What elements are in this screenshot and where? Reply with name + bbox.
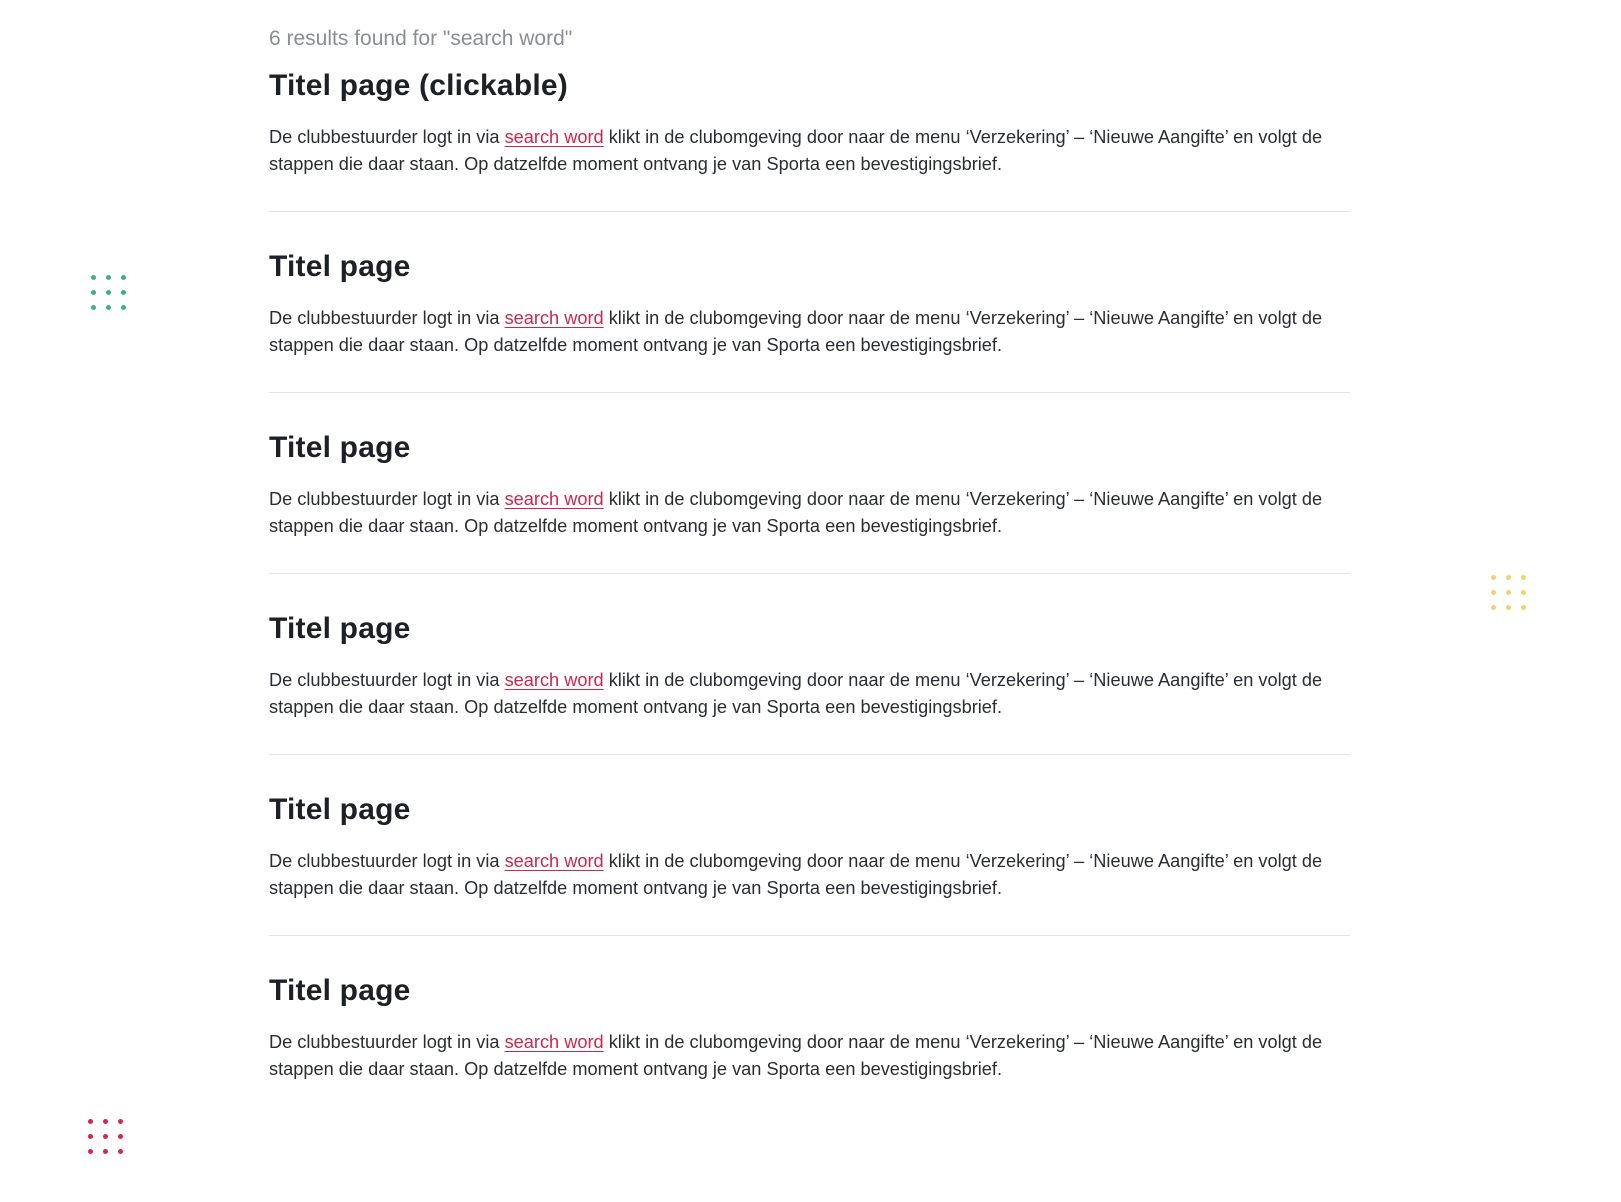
- search-result: Titel page De clubbestuurder logt in via…: [269, 249, 1350, 430]
- result-snippet: De clubbestuurder logt in via search wor…: [269, 670, 1323, 717]
- search-word-link[interactable]: search word: [505, 489, 604, 509]
- result-snippet: De clubbestuurder logt in via search wor…: [269, 489, 1323, 536]
- result-title[interactable]: Titel page: [269, 792, 410, 828]
- result-divider: [269, 392, 1350, 393]
- result-snippet: De clubbestuurder logt in via search wor…: [269, 851, 1323, 898]
- result-snippet: De clubbestuurder logt in via search wor…: [269, 308, 1323, 355]
- search-word-link[interactable]: search word: [505, 851, 604, 871]
- result-title[interactable]: Titel page: [269, 973, 410, 1009]
- result-divider: [269, 573, 1350, 574]
- result-divider: [269, 935, 1350, 936]
- search-result: Titel page (clickable) De clubbestuurder…: [269, 68, 1350, 249]
- result-divider: [269, 754, 1350, 755]
- search-result: Titel page De clubbestuurder logt in via…: [269, 430, 1350, 611]
- search-word-link[interactable]: search word: [505, 308, 604, 328]
- search-results: 6 results found for "search word" Titel …: [269, 0, 1350, 1154]
- dot-grid-green-decoration: [91, 275, 126, 310]
- result-title[interactable]: Titel page: [269, 430, 410, 466]
- result-snippet: De clubbestuurder logt in via search wor…: [269, 127, 1323, 174]
- search-word-link[interactable]: search word: [505, 127, 604, 147]
- result-title[interactable]: Titel page: [269, 249, 410, 285]
- result-title[interactable]: Titel page (clickable): [269, 68, 568, 104]
- result-divider: [269, 211, 1350, 212]
- results-count: 6 results found for "search word": [269, 27, 573, 50]
- search-result: Titel page De clubbestuurder logt in via…: [269, 792, 1350, 973]
- search-word-link[interactable]: search word: [505, 670, 604, 690]
- result-snippet: De clubbestuurder logt in via search wor…: [269, 1032, 1323, 1079]
- result-title[interactable]: Titel page: [269, 611, 410, 647]
- dot-grid-red-decoration: [88, 1119, 123, 1154]
- search-word-link[interactable]: search word: [505, 1032, 604, 1052]
- search-result: Titel page De clubbestuurder logt in via…: [269, 973, 1350, 1154]
- dot-grid-yellow-decoration: [1491, 575, 1526, 610]
- search-result: Titel page De clubbestuurder logt in via…: [269, 611, 1350, 792]
